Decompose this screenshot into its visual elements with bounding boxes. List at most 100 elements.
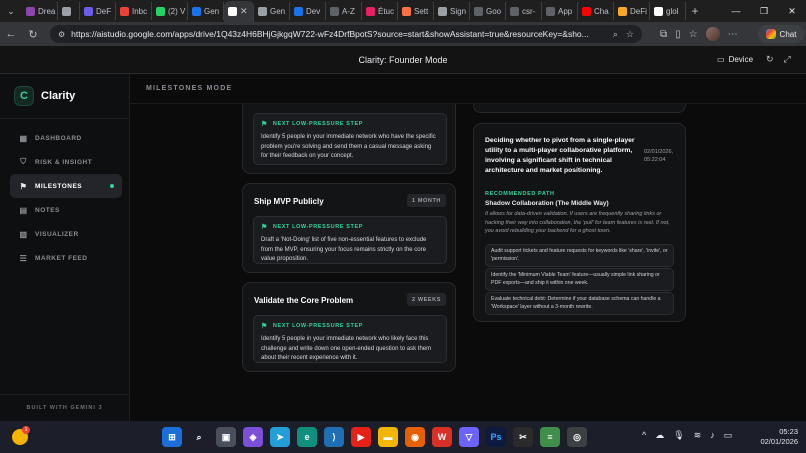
browser-tab[interactable]: (2) V	[152, 2, 188, 20]
back-icon[interactable]: ←	[0, 28, 22, 40]
tab-favicon-icon	[618, 6, 627, 16]
wifi-icon[interactable]: ≋	[694, 430, 702, 441]
sidebar-item-milestones[interactable]: ⚑ MILESTONES	[10, 174, 122, 198]
next-step-box: ⚑ NEXT LOW-PRESSURE STEP Identify 5 peop…	[253, 315, 447, 363]
tab-label: (2) V	[168, 6, 186, 16]
browser-tab[interactable]: App	[542, 2, 578, 20]
note-icon: ▤	[19, 205, 28, 215]
grid-icon: ▦	[19, 133, 28, 143]
favorites-icon[interactable]: ☆	[689, 29, 698, 40]
browser-tab[interactable]	[58, 2, 80, 20]
previous-decision-card-edge	[473, 104, 686, 113]
vpn-icon[interactable]: ▽	[459, 427, 479, 447]
close-window-icon[interactable]: ✕	[778, 6, 806, 17]
tab-label: App	[558, 6, 573, 16]
next-step-box: ⚑ NEXT LOW-PRESSURE STEP Identify 5 peop…	[253, 113, 447, 165]
bookmark-star-icon[interactable]: ☆	[626, 29, 634, 40]
more-menu-icon[interactable]: ⋯	[728, 29, 738, 40]
profile-avatar[interactable]	[705, 27, 720, 41]
close-tab-icon[interactable]: ✕	[240, 6, 248, 17]
browser-tab[interactable]: ✕	[224, 1, 254, 22]
flag-icon: ⚑	[261, 121, 268, 128]
taskbar-clock[interactable]: 05:23 02/01/2026	[752, 427, 798, 447]
fullscreen-icon[interactable]: ⤢	[784, 54, 791, 65]
browser-tab[interactable]: Étuc	[362, 2, 398, 20]
tab-search-chevron-icon[interactable]: ⌄	[0, 0, 22, 22]
app-header: Clarity: Founder Mode ▭ Device ↻ ⤢	[0, 46, 806, 74]
address-bar[interactable]: ⚙ https://aistudio.google.com/apps/drive…	[50, 25, 642, 43]
file-explorer-icon[interactable]: ▬	[378, 427, 398, 447]
youtube-icon[interactable]: ▶	[351, 427, 371, 447]
tab-favicon-icon	[546, 6, 555, 16]
decision-date: 02/01/2026,	[644, 149, 674, 155]
flag-icon: ⚑	[19, 181, 28, 191]
gemini-icon	[765, 29, 776, 39]
chat-button[interactable]: Chat	[758, 25, 804, 43]
decision-card[interactable]: Deciding whether to pivot from a single-…	[473, 123, 686, 322]
browser-tab[interactable]: csr-	[506, 2, 542, 20]
sidebar-item-label: MARKET FEED	[35, 254, 88, 262]
mode-title: MILESTONES MODE	[146, 85, 233, 92]
milestone-card-validate[interactable]: Validate the Core Problem 2 WEEKS ⚑ NEXT…	[242, 282, 456, 372]
browser-tab[interactable]: DeF	[80, 2, 116, 20]
photoshop-icon[interactable]: Ps	[486, 427, 506, 447]
next-step-header: ⚑ NEXT LOW-PRESSURE STEP	[261, 322, 363, 330]
capcut-icon[interactable]: ✂	[513, 427, 533, 447]
tab-label: glol	[666, 6, 679, 16]
edge-icon[interactable]: e	[297, 427, 317, 447]
browser-tab[interactable]: Dev	[290, 2, 326, 20]
tab-favicon-icon	[26, 6, 35, 16]
device-button[interactable]: ▭ Device	[717, 55, 753, 64]
tray-chevron-icon[interactable]: ^	[642, 430, 646, 441]
task-view-icon[interactable]: ▣	[216, 427, 236, 447]
extensions-icon[interactable]: ⧉	[660, 29, 667, 40]
tab-favicon-icon	[258, 6, 267, 16]
browser-tab[interactable]: Cha	[578, 2, 614, 20]
browser-tab[interactable]: Gen	[188, 2, 224, 20]
battery-icon[interactable]: ▭	[724, 430, 733, 441]
vscode-icon[interactable]: ⟩	[324, 427, 344, 447]
reload-icon[interactable]: ↻	[22, 28, 44, 41]
onedrive-icon[interactable]: ☁	[655, 430, 664, 441]
tab-favicon-icon	[474, 6, 483, 16]
browser-tab[interactable]: Drea	[22, 2, 58, 20]
sidebar-item-dashboard[interactable]: ▦ DASHBOARD	[10, 126, 122, 150]
start-icon[interactable]: ⊞	[162, 427, 182, 447]
browser-tab[interactable]: Sign	[434, 2, 470, 20]
refresh-icon[interactable]: ↻	[766, 54, 774, 65]
browser-tab[interactable]: Goo	[470, 2, 506, 20]
tab-favicon-icon	[654, 6, 663, 16]
milestone-card-ship-mvp[interactable]: Ship MVP Publicly 1 MONTH ⚑ NEXT LOW-PRE…	[242, 183, 456, 273]
new-tab-icon[interactable]: +	[686, 4, 704, 18]
browser-tab[interactable]: glol	[650, 2, 686, 20]
browser-tab[interactable]: Sett	[398, 2, 434, 20]
volume-icon[interactable]: ♪	[710, 430, 715, 441]
next-step-box: ⚑ NEXT LOW-PRESSURE STEP Draft a 'Not-Do…	[253, 216, 447, 264]
browser-tab[interactable]: DeFi	[614, 2, 650, 20]
split-icon[interactable]: ▯	[675, 29, 681, 40]
microphone-icon[interactable]: 🎙	[673, 430, 684, 441]
sidebar-item-risk-insight[interactable]: ⛉ RISK & INSIGHT	[10, 150, 122, 174]
sidebar-item-market-feed[interactable]: ☰ MARKET FEED	[10, 246, 122, 270]
next-step-label: NEXT LOW-PRESSURE STEP	[272, 323, 363, 329]
site-info-icon[interactable]: ⚙	[58, 30, 65, 39]
browser-tab[interactable]: Inbc	[116, 2, 152, 20]
telegram-icon[interactable]: ➤	[270, 427, 290, 447]
browser-tab[interactable]: Gen	[254, 2, 290, 20]
notepad-icon[interactable]: ≡	[540, 427, 560, 447]
url-text[interactable]: https://aistudio.google.com/apps/drive/1…	[71, 29, 613, 39]
minimize-icon[interactable]: —	[722, 6, 750, 16]
tab-label: Goo	[486, 6, 502, 16]
chrome-icon[interactable]: ◎	[567, 427, 587, 447]
wps-icon[interactable]: W	[432, 427, 452, 447]
brand[interactable]: C Clarity	[14, 86, 75, 106]
copilot-icon[interactable]: ◈	[243, 427, 263, 447]
tab-label: Cha	[594, 6, 609, 16]
sidebar-item-visualizer[interactable]: ▨ VISUALIZER	[10, 222, 122, 246]
restore-icon[interactable]: ❐	[750, 6, 778, 17]
firefox-icon[interactable]: ◉	[405, 427, 425, 447]
browser-tab[interactable]: A-Z	[326, 2, 362, 20]
sidebar-item-notes[interactable]: ▤ NOTES	[10, 198, 122, 222]
zoom-icon[interactable]: ⌕	[613, 29, 618, 40]
search-icon[interactable]: ⌕	[189, 427, 209, 447]
